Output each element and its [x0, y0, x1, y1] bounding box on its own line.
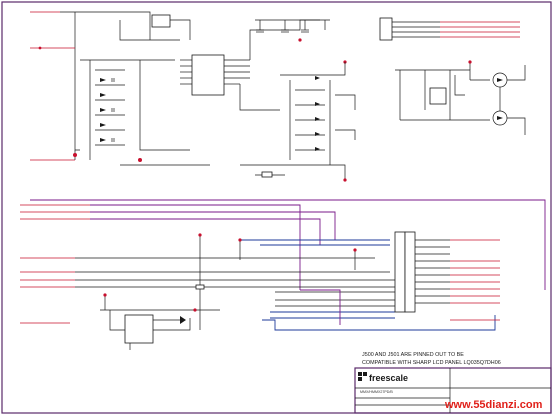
signal-bus-left [20, 199, 546, 324]
schematic-sheet: J500 AND J501 ARE PINNED OUT TO BE COMPA… [0, 0, 553, 416]
schematic-drawing: J500 AND J501 ARE PINNED OUT TO BE COMPA… [1, 1, 552, 414]
charge-pump-section [30, 11, 210, 166]
connector-top-right [379, 17, 520, 41]
regulator-chip [151, 14, 171, 28]
diode-ladder [240, 62, 356, 182]
brand-logo: freescale [369, 373, 408, 383]
touch-controller [100, 284, 220, 350]
note-line-1: J500 AND J501 ARE PINNED OUT TO BE [362, 352, 464, 358]
note-line-2: COMPATIBLE WITH SHARP LCD PANEL LQ035Q7D… [362, 360, 501, 366]
capacitor-bank-top [255, 19, 347, 64]
connector-pin-rows [415, 239, 500, 321]
sheet-border [1, 1, 552, 414]
backlight-driver [395, 60, 526, 135]
part-number: MMX/HMMX27PD/B [360, 390, 393, 394]
pmic-chip [180, 19, 320, 111]
design-note: J500 AND J501 ARE PINNED OUT TO BE COMPA… [362, 352, 501, 366]
lcd-connector-J500 [394, 231, 416, 313]
watermark-text: www.55dianzi.com [444, 399, 543, 411]
freescale-logo-mark [358, 372, 362, 376]
